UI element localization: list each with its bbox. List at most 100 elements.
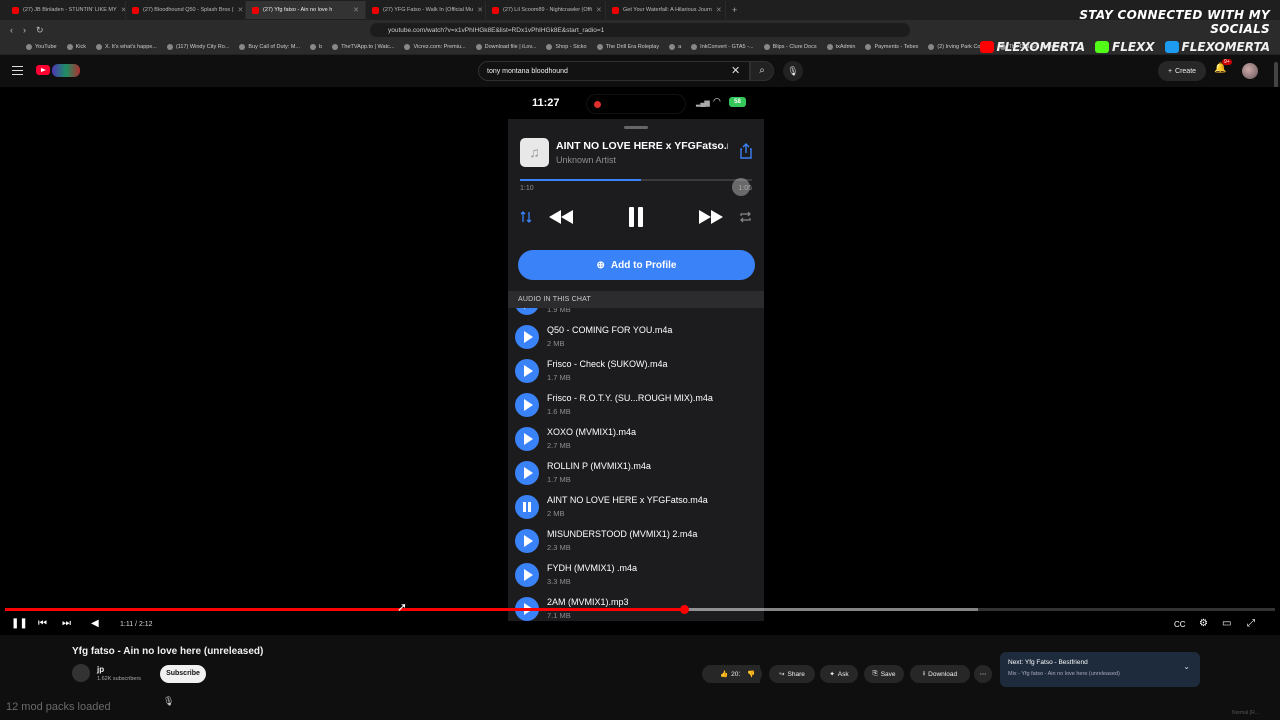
audio-file-row[interactable]: XOXO (MVMIX1).m4a 2.7 MB — [508, 422, 764, 456]
bookmark-item[interactable]: Payments - Tebex — [865, 44, 918, 50]
audio-file-row[interactable]: FYDH (MVMIX1) .m4a 3.3 MB — [508, 558, 764, 592]
channel-name[interactable]: jp — [97, 665, 104, 674]
playback-speed-icon[interactable] — [520, 211, 532, 223]
fullscreen-icon[interactable]: ⤢ — [1247, 618, 1255, 629]
subscriber-count: 1.62K subscribers — [97, 676, 142, 682]
repeat-icon[interactable] — [739, 211, 752, 223]
new-tab-icon[interactable]: + — [732, 5, 737, 15]
play-file-icon[interactable] — [515, 427, 539, 451]
back-icon[interactable]: ‹ — [10, 25, 13, 35]
audio-file-row[interactable]: AINT NO LOVE HERE x YFGFatso.m4a 2 MB — [508, 490, 764, 524]
close-tab-icon[interactable]: ✕ — [477, 6, 483, 14]
play-file-icon[interactable] — [515, 393, 539, 417]
bookmark-item[interactable]: Buy Call of Duty: M... — [239, 44, 300, 50]
channel-avatar[interactable] — [72, 664, 90, 682]
browser-tab[interactable]: Get Your Waterfall: A Hilarious Journ ✕ — [606, 1, 726, 19]
signal-icon: ▂▄▆ — [696, 100, 710, 107]
close-tab-icon[interactable]: ✕ — [353, 6, 359, 14]
sheet-grabber[interactable] — [624, 126, 648, 129]
voice-search-button[interactable]: 🎙 — [783, 61, 803, 81]
url-field[interactable]: youtube.com/watch?v=x1vPhIHGk8E&list=RDx… — [370, 23, 910, 37]
previous-icon[interactable]: ⏮ — [38, 618, 47, 629]
reload-icon[interactable]: ↻ — [36, 25, 44, 36]
menu-icon[interactable] — [12, 66, 23, 75]
file-size: 1.7 MB — [547, 373, 571, 382]
theater-mode-icon[interactable]: ▭ — [1222, 618, 1231, 629]
close-tab-icon[interactable]: ✕ — [238, 6, 244, 14]
more-actions-button[interactable]: ⋯ — [974, 665, 992, 683]
chevron-down-icon[interactable]: ⌄ — [1183, 662, 1190, 671]
play-file-icon[interactable] — [515, 529, 539, 553]
video-progress-bar[interactable] — [5, 605, 1275, 614]
bookmark-item[interactable]: X. It's what's happe... — [96, 44, 157, 50]
save-button[interactable]: ⎘ Save — [864, 665, 904, 683]
bookmark-item[interactable]: Blips - Clure Docs — [763, 44, 817, 50]
bookmark-item[interactable]: txAdmin — [826, 44, 855, 50]
share-button[interactable]: ↪ Share — [769, 665, 815, 683]
rewind-icon[interactable] — [548, 209, 574, 225]
add-to-profile-button[interactable]: ⊕ Add to Profile — [518, 250, 755, 280]
forward-icon[interactable]: › — [23, 25, 26, 35]
play-file-icon[interactable] — [515, 308, 539, 315]
fast-forward-icon[interactable] — [698, 209, 724, 225]
subscribe-button[interactable]: Subscribe — [160, 665, 206, 683]
close-tab-icon[interactable]: ✕ — [596, 6, 602, 14]
captions-icon[interactable]: CC — [1174, 620, 1186, 629]
bookmark-item[interactable]: Download file | iLov... — [475, 44, 536, 50]
settings-gear-icon[interactable]: ⚙ — [1199, 618, 1208, 629]
search-button[interactable]: ⌕ — [750, 61, 774, 81]
bookmark-favicon-icon — [66, 44, 73, 50]
audio-file-row[interactable]: Frisco - R.O.T.Y. (SU...ROUGH MIX).m4a 1.… — [508, 388, 764, 422]
bookmark-item[interactable]: Shop - Sicko — [546, 44, 587, 50]
pause-icon[interactable] — [627, 206, 645, 228]
download-button[interactable]: ⭳ Download — [910, 665, 970, 683]
bookmark-label: YouTube — [35, 44, 57, 50]
browser-tab[interactable]: (27) Bloodhound Q50 - Splash Bros (✕ — [126, 1, 246, 19]
volume-icon[interactable]: ◀ — [91, 618, 99, 629]
bookmark-item[interactable]: InkConvert - GTA5 -... — [691, 44, 754, 50]
account-avatar[interactable] — [1242, 63, 1258, 79]
create-button[interactable]: + Create — [1158, 61, 1206, 81]
pause-file-icon[interactable] — [515, 495, 539, 519]
bookmark-label: Shop - Sicko — [555, 44, 587, 50]
video-player[interactable]: 11:27 ▂▄▆ ◠ 58 ♫ AINT NO LOVE HERE x YFG… — [0, 87, 1280, 635]
youtube-doodle[interactable] — [52, 64, 80, 77]
bookmark-item[interactable]: b — [310, 44, 322, 50]
ask-button[interactable]: ✦ Ask — [820, 665, 858, 683]
play-file-icon[interactable] — [515, 563, 539, 587]
youtube-logo-icon[interactable] — [36, 65, 50, 75]
audio-file-row[interactable]: 1.9 MB — [508, 308, 764, 320]
up-next-card[interactable]: Next: Yfg Fatso - Bestfriend Mix - Yfg f… — [1000, 652, 1200, 687]
dislike-button[interactable]: 👎 — [740, 665, 762, 683]
browser-tab[interactable]: (27) Yfg fatso - Ain no love h ✕ — [246, 1, 366, 19]
file-name: Frisco - Check (SUKOW).m4a — [547, 359, 668, 369]
search-input[interactable]: tony montana bloodhound — [478, 61, 750, 81]
audio-file-row[interactable]: 2AM (MVMIX1).mp3 7.1 MB — [508, 592, 764, 621]
bookmark-item[interactable]: Vicrez.com: Premiu... — [404, 44, 466, 50]
create-label: Create — [1175, 67, 1197, 75]
clear-search-icon[interactable]: ✕ — [731, 64, 740, 77]
audio-file-row[interactable]: ROLLIN P (MVMIX1).m4a 1.7 MB — [508, 456, 764, 490]
play-file-icon[interactable] — [515, 325, 539, 349]
bookmark-item[interactable]: a — [669, 44, 681, 50]
play-file-icon[interactable] — [515, 461, 539, 485]
bookmark-item[interactable]: YouTube — [26, 44, 57, 50]
bookmark-item[interactable]: (117) Windy City Ro... — [166, 44, 229, 50]
tab-favicon-icon — [132, 6, 139, 14]
play-file-icon[interactable] — [515, 359, 539, 383]
audio-file-row[interactable]: MISUNDERSTOOD (MVMIX1) 2.m4a 2.3 MB — [508, 524, 764, 558]
browser-tab[interactable]: (27) JB Binladen - STUNTIN' LIKE MY ✕ — [6, 1, 126, 19]
play-pause-icon[interactable]: ❚❚ — [11, 618, 28, 629]
audio-seek-bar[interactable] — [520, 179, 752, 181]
bookmark-favicon-icon — [669, 44, 676, 50]
audio-file-row[interactable]: Q50 - COMING FOR YOU.m4a 2 MB — [508, 320, 764, 354]
bookmark-item[interactable]: TheTVApp.to | Watc... — [332, 44, 394, 50]
browser-tab[interactable]: (27) Lil Scoom89 - Nightcrawler (Offi ✕ — [486, 1, 606, 19]
browser-tab[interactable]: (27) YFG Fatso - Walk In (Official Mu ✕ — [366, 1, 486, 19]
bookmark-item[interactable]: The Drill Era Roleplay — [596, 44, 659, 50]
audio-file-row[interactable]: Frisco - Check (SUKOW).m4a 1.7 MB — [508, 354, 764, 388]
close-tab-icon[interactable]: ✕ — [716, 6, 722, 14]
share-icon[interactable] — [739, 143, 753, 159]
bookmark-item[interactable]: Kick — [66, 44, 86, 50]
next-icon[interactable]: ⏭ — [62, 618, 71, 629]
